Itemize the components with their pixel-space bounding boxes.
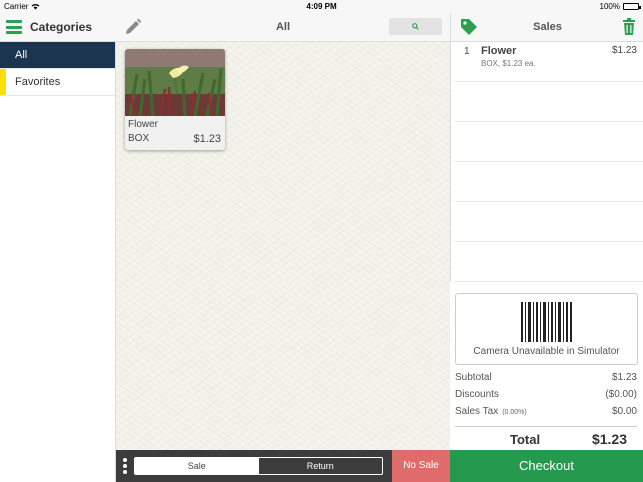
segment-sale[interactable]: Sale: [135, 458, 259, 474]
search-button[interactable]: [389, 18, 442, 35]
sale-line-item[interactable]: 1 Flower BOX, $1.23 ea. $1.23: [455, 42, 643, 82]
category-item-all[interactable]: All: [0, 42, 115, 69]
tax-label-group: Sales Tax (0.00%): [455, 406, 527, 417]
more-icon[interactable]: [123, 458, 127, 474]
sales-header: Sales: [450, 13, 643, 42]
battery-icon: [623, 3, 641, 10]
total-value: $1.23: [591, 431, 627, 447]
segment-return[interactable]: Return: [259, 458, 383, 474]
subtotal-label: Subtotal: [455, 372, 492, 383]
status-bar: Carrier 4:09 PM 100%: [0, 0, 643, 13]
sales-title: Sales: [533, 21, 562, 33]
tax-value: $0.00: [611, 406, 637, 417]
category-item-favorites[interactable]: Favorites: [0, 69, 115, 96]
discounts-label: Discounts: [455, 389, 499, 400]
tax-rate: (0.00%): [502, 409, 527, 416]
empty-line-row: [455, 242, 643, 282]
products-grid: Flower BOX $1.23: [116, 42, 450, 450]
sale-return-segmented-control: Sale Return: [134, 457, 383, 475]
product-name: Flower: [128, 119, 159, 130]
flower-photo-image: [125, 49, 225, 116]
category-label: Favorites: [15, 76, 61, 88]
category-list: All Favorites: [0, 42, 116, 482]
product-tile[interactable]: Flower BOX $1.23: [125, 49, 225, 150]
line-name: Flower: [481, 45, 517, 57]
tax-label: Sales Tax: [455, 406, 499, 417]
search-icon: [412, 23, 419, 30]
products-header: All: [116, 13, 450, 42]
product-photo: [125, 49, 225, 116]
trash-icon[interactable]: [622, 18, 636, 36]
categories-title: Categories: [30, 20, 93, 34]
checkout-button[interactable]: Checkout: [450, 450, 643, 482]
category-label: All: [15, 49, 28, 61]
category-color-strip: [0, 69, 6, 95]
empty-line-row: [455, 82, 643, 122]
subtotal-row: Subtotal $1.23: [455, 370, 637, 387]
no-sale-button[interactable]: No Sale: [392, 450, 450, 482]
line-description: BOX, $1.23 ea.: [481, 59, 536, 68]
subtotal-value: $1.23: [611, 372, 637, 383]
empty-line-row: [455, 202, 643, 242]
total-row: Total $1.23: [455, 426, 637, 450]
sale-lines: 1 Flower BOX, $1.23 ea. $1.23: [450, 42, 643, 282]
line-quantity: 1: [464, 46, 470, 57]
total-label: Total: [510, 432, 541, 447]
barcode-icon: [521, 302, 572, 342]
line-price: $1.23: [611, 45, 637, 56]
product-unit: BOX: [128, 133, 150, 144]
discounts-row[interactable]: Discounts ($0.00): [455, 387, 637, 404]
menu-icon[interactable]: [6, 20, 22, 34]
camera-message: Camera Unavailable in Simulator: [473, 346, 620, 357]
clock: 4:09 PM: [306, 2, 337, 11]
battery-status: 100%: [599, 2, 641, 11]
discounts-value: ($0.00): [605, 389, 637, 400]
empty-line-row: [455, 162, 643, 202]
product-price: $1.23: [193, 133, 221, 145]
categories-header: Categories: [0, 13, 116, 42]
battery-percent: 100%: [599, 2, 620, 11]
totals-panel: Subtotal $1.23 Discounts ($0.00) Sales T…: [455, 370, 637, 421]
barcode-scanner-panel[interactable]: Camera Unavailable in Simulator: [455, 293, 638, 365]
tax-row[interactable]: Sales Tax (0.00%) $0.00: [455, 404, 637, 421]
empty-line-row: [455, 122, 643, 162]
